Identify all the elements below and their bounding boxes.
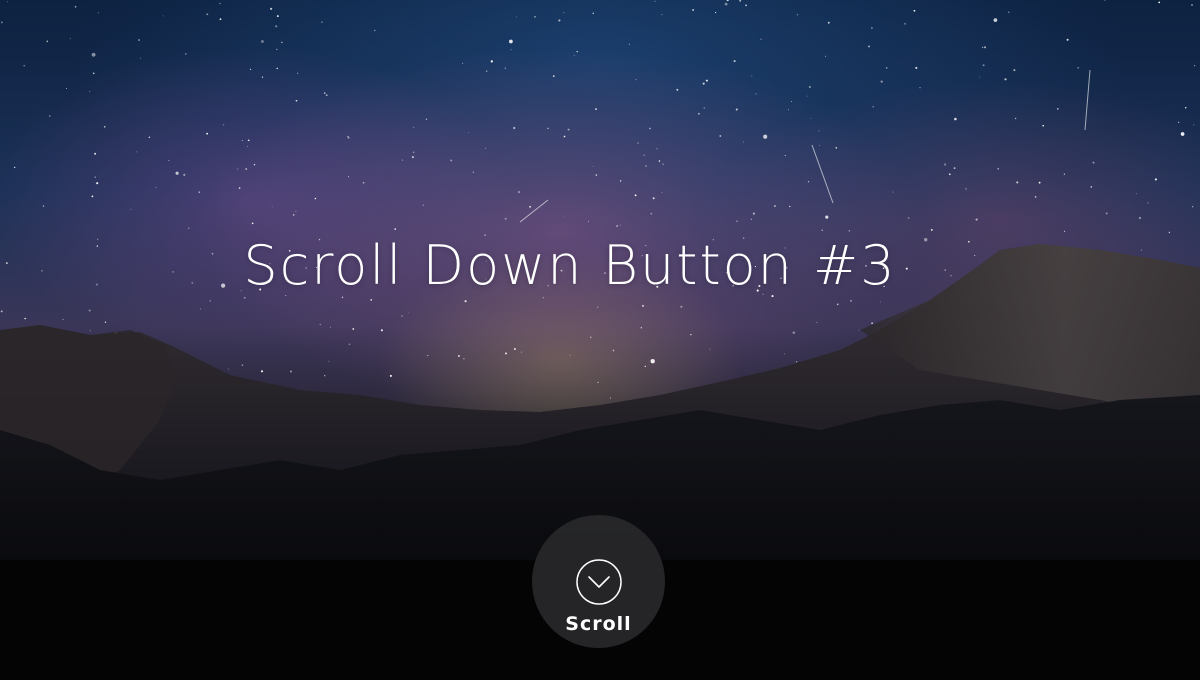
page-title: Scroll Down Button #3 bbox=[243, 234, 897, 297]
scroll-down-button[interactable]: Scroll bbox=[532, 515, 665, 648]
scroll-button-label: Scroll bbox=[565, 613, 632, 635]
chevron-down-circle-icon[interactable] bbox=[575, 558, 623, 606]
hero-section: Scroll Down Button #3 Scroll bbox=[0, 0, 1200, 680]
